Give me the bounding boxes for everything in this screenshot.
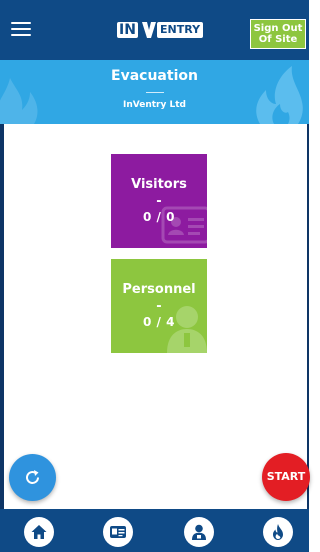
personnel-tile[interactable]: Personnel - 0 / 4 — [111, 259, 207, 353]
sign-out-line2: Of Site — [258, 34, 298, 45]
top-bar: IN ENTRY Sign Out Of Site — [0, 0, 309, 60]
flame-icon — [273, 524, 283, 540]
logo-entry: ENTRY — [157, 22, 204, 38]
personnel-label: Personnel — [122, 282, 196, 297]
banner-flame-icon — [256, 66, 303, 124]
person-badge-icon — [192, 524, 206, 540]
visitors-dash: - — [156, 194, 162, 209]
title-divider — [146, 92, 164, 93]
evacuation-banner: Evacuation InVentry Ltd — [0, 60, 309, 124]
bottom-navigation — [0, 509, 309, 552]
visitors-count: 0 / 0 — [143, 210, 175, 224]
refresh-icon — [26, 470, 39, 484]
logo-in: IN — [117, 22, 138, 38]
nav-visitors-button[interactable] — [103, 517, 133, 547]
nav-personnel-button[interactable] — [184, 517, 214, 547]
sign-out-line1: Sign Out — [253, 23, 303, 34]
personnel-count: 0 / 4 — [143, 315, 175, 329]
id-card-icon — [110, 526, 126, 538]
personnel-dash: - — [156, 299, 162, 314]
sign-out-button[interactable]: Sign Out Of Site — [250, 19, 306, 49]
home-icon — [31, 525, 47, 539]
nav-home-button[interactable] — [24, 517, 54, 547]
visitors-label: Visitors — [131, 177, 187, 192]
hamburger-menu-icon[interactable] — [11, 21, 33, 37]
visitors-tile[interactable]: Visitors - 0 / 0 — [111, 154, 207, 248]
refresh-button[interactable] — [9, 454, 56, 501]
start-button[interactable]: START — [262, 453, 310, 501]
logo-v — [142, 22, 156, 38]
nav-evacuation-button[interactable] — [263, 517, 293, 547]
inventry-logo: IN ENTRY — [117, 20, 204, 40]
